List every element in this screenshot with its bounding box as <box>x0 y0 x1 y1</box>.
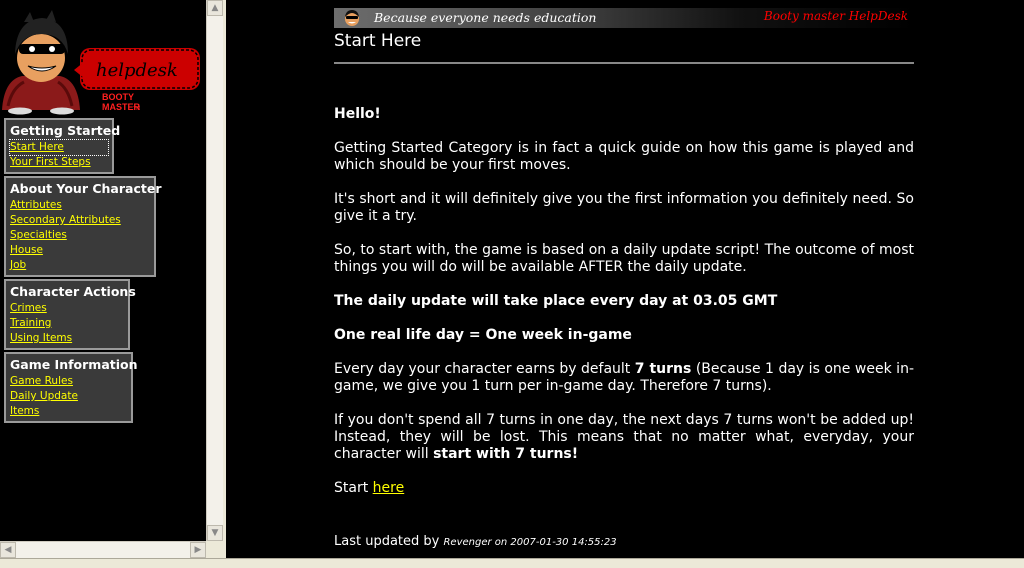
svg-text:TM: TM <box>133 106 140 112</box>
paragraph: It's short and it will definitely give y… <box>334 191 914 224</box>
menu-about-your-character: About Your Character Attributes Secondar… <box>4 176 162 277</box>
menu-getting-started: Getting Started Start Here Your First St… <box>4 118 121 174</box>
menu-title: Game Information <box>10 357 138 372</box>
nav-link-start-here[interactable]: Start Here <box>9 139 109 156</box>
title-divider <box>334 62 914 64</box>
status-bar <box>0 558 1024 568</box>
left-horizontal-scrollbar[interactable]: ◀ ▶ <box>0 541 206 558</box>
footer-author-date: Revenger on 2007-01-30 14:55:23 <box>443 537 617 548</box>
paragraph-turns-lost: If you don't spend all 7 turns in one da… <box>334 412 914 463</box>
nav-link-using-items[interactable]: Using Items <box>10 331 124 346</box>
nav-link-secondary-attributes[interactable]: Secondary Attributes <box>10 213 150 228</box>
paragraph: Getting Started Category is in fact a qu… <box>334 140 914 173</box>
nav-link-daily-update[interactable]: Daily Update <box>10 389 127 404</box>
menu-title: Getting Started <box>10 123 121 138</box>
footer-label: Last updated by <box>334 534 444 549</box>
menu-character-actions: Character Actions Crimes Training Using … <box>4 279 136 350</box>
svg-text:helpdesk: helpdesk <box>96 60 178 81</box>
greeting: Hello! <box>334 106 381 122</box>
banner-tagline: Because everyone needs education <box>374 10 597 25</box>
start-here-link[interactable]: here <box>373 480 405 496</box>
page-banner: Because everyone needs education Booty m… <box>334 8 914 28</box>
nav-link-crimes[interactable]: Crimes <box>10 301 124 316</box>
scroll-right-icon[interactable]: ▶ <box>190 542 206 558</box>
main-content-frame: Because everyone needs education Booty m… <box>226 0 1024 558</box>
nav-link-job[interactable]: Job <box>10 258 150 273</box>
menu-game-information: Game Information Game Rules Daily Update… <box>4 352 138 423</box>
nav-link-game-rules[interactable]: Game Rules <box>10 374 127 389</box>
nav-link-attributes[interactable]: Attributes <box>10 198 150 213</box>
scroll-down-icon[interactable]: ▼ <box>207 525 223 541</box>
text: Start <box>334 480 373 496</box>
scroll-left-icon[interactable]: ◀ <box>0 542 16 558</box>
time-ratio: One real life day = One week in-game <box>334 327 632 343</box>
nav-link-specialties[interactable]: Specialties <box>10 228 150 243</box>
text-bold: 7 turns <box>634 361 692 377</box>
text-bold: start with 7 turns! <box>433 446 579 462</box>
scrollbar-corner <box>206 541 223 558</box>
nav-link-items[interactable]: Items <box>10 404 127 419</box>
booty-master-helpdesk-logo: helpdesk BOOTY MASTER TM <box>2 10 200 115</box>
paragraph: So, to start with, the game is based on … <box>334 242 914 275</box>
text: If you don't spend all 7 turns in one da… <box>334 412 914 462</box>
svg-text:BOOTY: BOOTY <box>102 92 134 102</box>
menu-title: About Your Character <box>10 181 162 196</box>
scroll-up-icon[interactable]: ▲ <box>207 0 223 16</box>
mascot-head-icon <box>345 10 359 26</box>
start-line: Start here <box>334 480 914 497</box>
page-title: Start Here <box>334 31 422 51</box>
menu-title: Character Actions <box>10 284 136 299</box>
nav-link-your-first-steps[interactable]: Your First Steps <box>10 155 108 170</box>
left-nav-content: helpdesk BOOTY MASTER TM Getting Started… <box>0 0 206 541</box>
paragraph-turns: Every day your character earns by defaul… <box>334 361 914 395</box>
daily-update-time: The daily update will take place every d… <box>334 293 778 309</box>
banner-brand: Booty master HelpDesk <box>763 9 908 23</box>
left-nav-frame: helpdesk BOOTY MASTER TM Getting Started… <box>0 0 223 558</box>
nav-link-training[interactable]: Training <box>10 316 124 331</box>
left-vertical-scrollbar[interactable]: ▲ ▼ <box>206 0 223 541</box>
text: Every day your character earns by defaul… <box>334 361 635 377</box>
nav-link-house[interactable]: House <box>10 243 150 258</box>
last-updated: Last updated by Revenger on 2007-01-30 1… <box>334 534 617 549</box>
article-body: Hello! Getting Started Category is in fa… <box>334 106 914 514</box>
